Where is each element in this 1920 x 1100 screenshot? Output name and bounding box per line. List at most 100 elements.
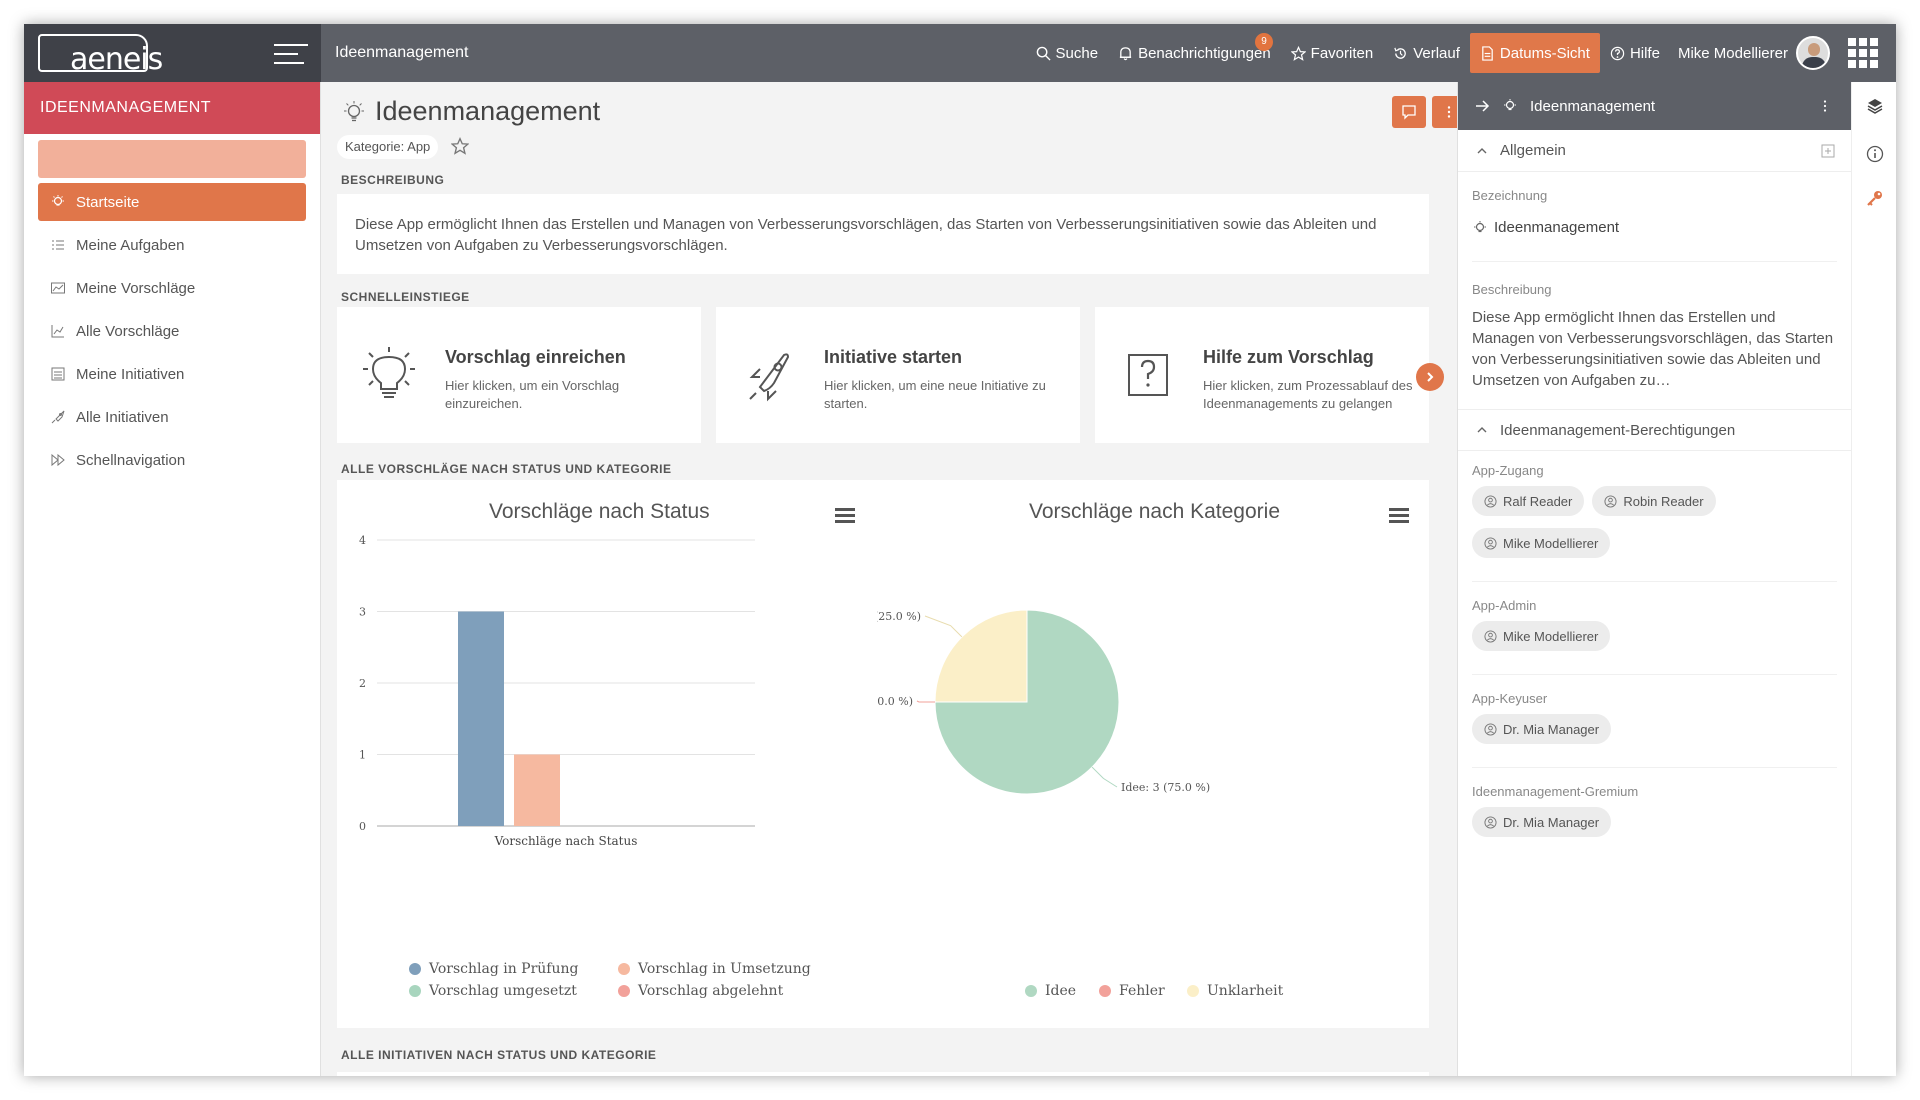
notifications-label: Benachrichtigungen [1138, 44, 1271, 62]
member-chip[interactable]: Robin Reader [1592, 486, 1716, 516]
kebab-icon [1447, 106, 1451, 118]
favorites-button[interactable]: Favoriten [1281, 33, 1384, 73]
pie-data-label: Unklarheit: 1 (25.0 %) [877, 610, 921, 623]
user-circle-icon [1604, 494, 1617, 508]
group-members-gremium: Dr. Mia Manager [1458, 799, 1851, 837]
sidebar-item-startseite[interactable]: Startseite [38, 183, 306, 221]
sidebar-search-input[interactable] [38, 140, 306, 178]
key-icon[interactable] [1865, 188, 1885, 208]
pie-slice-unklarheit [934, 609, 1028, 703]
sidebar-item-meine-vorschlaege[interactable]: Meine Vorschläge [38, 269, 306, 307]
legend-dot [618, 985, 630, 997]
logo-text: aeneis [70, 42, 163, 77]
sidebar-item-meine-aufgaben[interactable]: Meine Aufgaben [38, 226, 306, 264]
page-title: Ideenmanagement [341, 96, 600, 127]
question-box-icon [1128, 354, 1168, 396]
search-label: Suche [1055, 44, 1099, 62]
quick-card-desc: Hier klicken, zum Prozessablauf des Idee… [1203, 378, 1413, 411]
quick-card-title: Hilfe zum Vorschlag [1203, 347, 1374, 367]
arrow-right-icon[interactable] [1474, 98, 1490, 114]
pie-data-label: Fehler: 0 (0.0 %) [877, 695, 913, 708]
info-icon[interactable] [1865, 144, 1885, 164]
sidebar-item-alle-vorschlaege[interactable]: Alle Vorschläge [38, 312, 306, 350]
leader-line [924, 615, 963, 638]
notifications-badge: 9 [1255, 33, 1274, 51]
user-circle-icon [1484, 536, 1497, 550]
legend-item-vorschlag-in-pruefung[interactable]: Vorschlag in Prüfung [409, 961, 578, 977]
user-circle-icon [1484, 722, 1497, 736]
quick-section-label: SCHNELLEINSTIEGE [341, 290, 470, 304]
description-field-value: Diese App ermöglicht Ihnen das Erstellen… [1472, 309, 1834, 389]
bell-icon [1119, 46, 1132, 60]
sidebar-item-label: Startseite [76, 193, 140, 211]
layers-icon[interactable] [1865, 96, 1885, 116]
rocket-icon [51, 410, 65, 424]
favorites-label: Favoriten [1310, 44, 1374, 62]
sidebar-item-label: Alle Vorschläge [76, 322, 180, 340]
sidebar-item-label: Alle Initiativen [76, 408, 169, 426]
sidebar-item-meine-initiativen[interactable]: Meine Initiativen [38, 355, 306, 393]
help-button[interactable]: Hilfe [1600, 33, 1670, 73]
list-box-icon [51, 367, 65, 381]
sidebar-item-label: Meine Vorschläge [76, 279, 196, 297]
history-button[interactable]: Verlauf [1383, 33, 1470, 73]
quick-card-hilfe-zum-vorschlag[interactable]: Hilfe zum Vorschlag Hier klicken, zum Pr… [1095, 307, 1429, 443]
legend-item-idee[interactable]: Idee [1025, 983, 1076, 999]
sidebar-item-label: Meine Aufgaben [76, 236, 185, 254]
bar-chart: 0 1 2 3 4 Vorschläge nach Status [359, 534, 755, 848]
description-field-label: Beschreibung [1472, 282, 1552, 297]
user-name[interactable]: Mike Modellierer [1670, 45, 1796, 62]
legend-dot [618, 963, 630, 975]
legend-item-fehler[interactable]: Fehler [1099, 983, 1165, 999]
section-berechtigungen-label: Ideenmanagement-Berechtigungen [1500, 421, 1736, 439]
bar-vorschlag-in-pr-fung [458, 611, 504, 826]
chart-image-icon [51, 282, 65, 294]
member-chip[interactable]: Dr. Mia Manager [1472, 714, 1612, 744]
menu-toggle-icon[interactable] [274, 44, 308, 64]
bar-vorschlag-in-umsetzung [514, 754, 560, 826]
top-section-title: Ideenmanagement [335, 44, 469, 61]
kebab-icon[interactable] [1817, 98, 1833, 114]
top-bar: aeneis Ideenmanagement Suche Benachricht… [24, 24, 1896, 82]
favorite-star-icon[interactable] [451, 137, 469, 155]
search-button[interactable]: Suche [1026, 33, 1109, 73]
member-chip[interactable]: Mike Modellierer [1472, 528, 1611, 558]
member-chip[interactable]: Dr. Mia Manager [1472, 807, 1612, 837]
quick-card-vorschlag-einreichen[interactable]: Vorschlag einreichen Hier klicken, um ei… [337, 307, 701, 443]
notifications-button[interactable]: Benachrichtigungen 9 [1108, 33, 1281, 73]
lightbulb-icon [1474, 220, 1486, 232]
member-chip[interactable]: Ralf Reader [1472, 486, 1585, 516]
section-allgemein-toggle[interactable]: Allgemein [1458, 130, 1851, 172]
name-field-label: Bezeichnung [1472, 188, 1548, 203]
legend-item-vorschlag-in-umsetzung[interactable]: Vorschlag in Umsetzung [618, 961, 811, 977]
sidebar-item-schnellnavigation[interactable]: Schellnavigation [38, 441, 306, 479]
quick-card-title: Vorschlag einreichen [445, 347, 626, 367]
y-tick-label: 2 [359, 677, 366, 690]
comment-button[interactable] [1392, 96, 1426, 128]
fast-forward-icon [51, 453, 65, 467]
group-label-app-keyuser: App-Keyuser [1472, 691, 1548, 706]
pie-chart: Idee: 3 (75.0 %) Fehler: 0 (0.0 %) Unklarh… [877, 609, 1210, 795]
carousel-next-button[interactable] [1416, 363, 1444, 391]
legend-item-unklarheit[interactable]: Unklarheit [1187, 983, 1283, 999]
lightbulb-icon [52, 195, 64, 206]
line-chart-icon [51, 325, 64, 338]
legend-item-vorschlag-abgelehnt[interactable]: Vorschlag abgelehnt [618, 983, 783, 999]
details-panel-header: Ideenmanagement [1458, 82, 1851, 130]
brand-area: aeneis [24, 24, 321, 82]
quick-card-initiative-starten[interactable]: Initiative starten Hier klicken, um eine… [716, 307, 1080, 443]
chevron-right-icon [1427, 372, 1434, 382]
sidebar-item-alle-initiativen[interactable]: Alle Initiativen [38, 398, 306, 436]
logo[interactable]: aeneis [38, 34, 163, 77]
member-name: Dr. Mia Manager [1503, 814, 1600, 830]
date-view-button[interactable]: Datums-Sicht [1469, 33, 1600, 73]
legend-item-vorschlag-umgesetzt[interactable]: Vorschlag umgesetzt [409, 983, 577, 999]
chevron-up-icon [1477, 147, 1487, 153]
avatar[interactable] [1796, 36, 1830, 70]
section-berechtigungen-toggle[interactable]: Ideenmanagement-Berechtigungen [1458, 409, 1851, 451]
add-box-icon[interactable] [1821, 144, 1835, 158]
member-name: Ralf Reader [1503, 493, 1573, 509]
member-chip[interactable]: Mike Modellierer [1472, 621, 1611, 651]
leader-line [916, 700, 935, 703]
apps-grid-icon[interactable] [1848, 38, 1878, 68]
